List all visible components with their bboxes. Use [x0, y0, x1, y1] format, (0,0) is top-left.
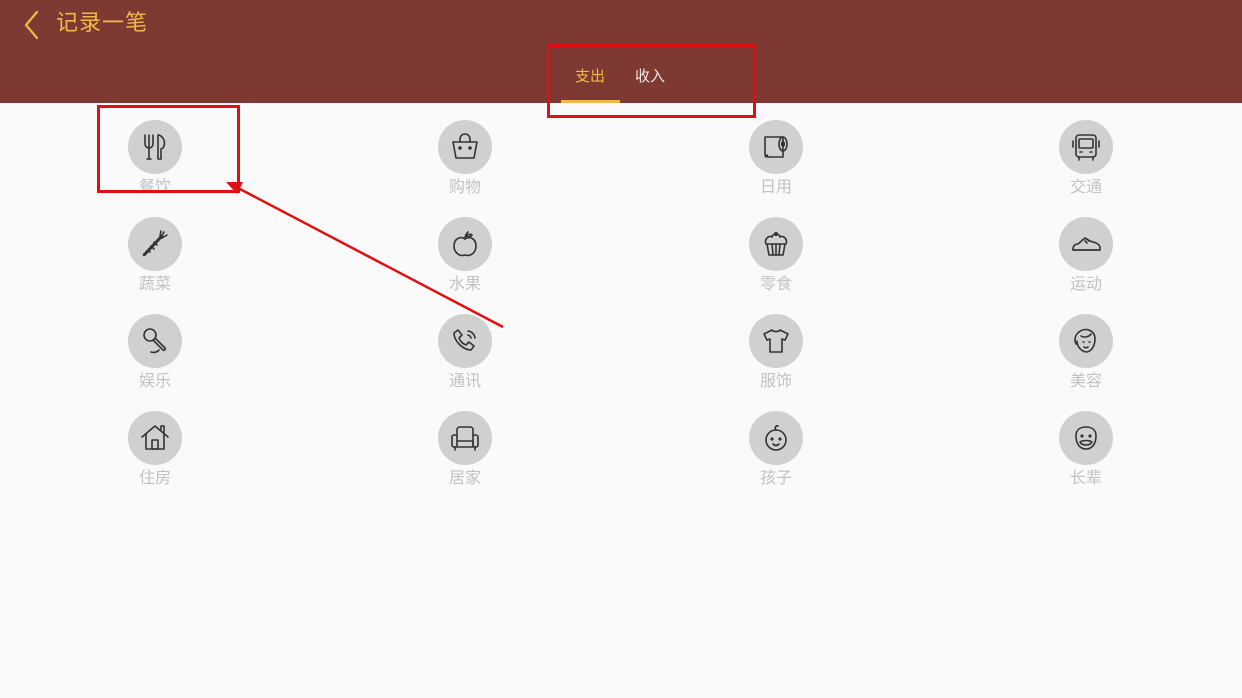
category-beauty[interactable]: 美容 — [1036, 314, 1136, 396]
active-tab-indicator — [561, 100, 620, 103]
category-label: 孩子 — [759, 468, 792, 487]
category-icon-circle — [438, 411, 492, 465]
category-clothing[interactable]: 服饰 — [726, 314, 826, 396]
category-icon-circle — [749, 120, 803, 174]
category-home[interactable]: 居家 — [415, 411, 515, 493]
microphone-icon — [143, 328, 167, 354]
category-icon-circle — [438, 120, 492, 174]
house-icon — [141, 425, 169, 450]
tissue-roll-icon — [764, 136, 788, 158]
category-label: 服饰 — [759, 371, 792, 390]
phone-icon — [453, 329, 476, 351]
category-transport[interactable]: 交通 — [1036, 120, 1136, 202]
tab-expense[interactable]: 支出 — [560, 60, 620, 103]
category-icon-circle — [1059, 411, 1113, 465]
face-icon — [1074, 328, 1096, 353]
category-label: 住房 — [138, 468, 171, 487]
sneaker-icon — [1072, 237, 1101, 251]
category-label: 居家 — [448, 468, 481, 487]
category-icon-circle — [128, 411, 182, 465]
category-label: 零食 — [759, 274, 792, 293]
category-label: 水果 — [448, 274, 481, 293]
category-label: 交通 — [1069, 177, 1102, 196]
elder-icon — [1075, 426, 1097, 450]
shopping-basket-icon — [452, 133, 478, 159]
category-label: 日用 — [759, 177, 792, 196]
category-icon-circle — [438, 217, 492, 271]
category-dining[interactable]: 餐饮 — [105, 120, 205, 202]
category-icon-circle — [749, 411, 803, 465]
category-elders[interactable]: 长辈 — [1036, 411, 1136, 493]
category-label: 通讯 — [448, 371, 481, 390]
category-icon-circle — [1059, 217, 1113, 271]
category-children[interactable]: 孩子 — [726, 411, 826, 493]
tab-expense-label: 支出 — [574, 67, 605, 85]
bus-icon — [1072, 134, 1100, 161]
category-icon-circle — [1059, 314, 1113, 368]
armchair-icon — [451, 426, 479, 451]
type-tabs: 支出 收入 — [560, 60, 680, 103]
page-title: 记录一笔 — [56, 11, 149, 36]
category-label: 餐饮 — [138, 177, 171, 196]
tshirt-icon — [763, 329, 789, 353]
cupcake-icon — [764, 231, 788, 256]
back-button[interactable] — [18, 8, 46, 42]
category-communication[interactable]: 通讯 — [415, 314, 515, 396]
category-shopping[interactable]: 购物 — [415, 120, 515, 202]
category-entertainment[interactable]: 娱乐 — [105, 314, 205, 396]
category-label: 长辈 — [1069, 468, 1102, 487]
utensils-icon — [144, 134, 166, 160]
category-sports[interactable]: 运动 — [1036, 217, 1136, 299]
category-snacks[interactable]: 零食 — [726, 217, 826, 299]
category-label: 美容 — [1069, 371, 1102, 390]
tab-income-label: 收入 — [634, 67, 665, 85]
tab-income[interactable]: 收入 — [620, 60, 680, 103]
category-daily[interactable]: 日用 — [726, 120, 826, 202]
chevron-left-icon — [24, 10, 39, 40]
apple-icon — [453, 231, 477, 257]
category-vegetables[interactable]: 蔬菜 — [105, 217, 205, 299]
category-icon-circle — [128, 120, 182, 174]
category-icon-circle — [438, 314, 492, 368]
category-icon-circle — [749, 314, 803, 368]
category-housing[interactable]: 住房 — [105, 411, 205, 493]
category-label: 运动 — [1069, 274, 1102, 293]
category-label: 娱乐 — [138, 371, 171, 390]
category-fruit[interactable]: 水果 — [415, 217, 515, 299]
category-icon-circle — [1059, 120, 1113, 174]
app-header: 记录一笔 支出 收入 — [0, 0, 1242, 103]
category-label: 购物 — [448, 177, 481, 196]
category-icon-circle — [128, 314, 182, 368]
category-icon-circle — [749, 217, 803, 271]
category-icon-circle — [128, 217, 182, 271]
baby-icon — [765, 425, 787, 451]
carrot-icon — [142, 230, 168, 257]
category-label: 蔬菜 — [138, 274, 171, 293]
